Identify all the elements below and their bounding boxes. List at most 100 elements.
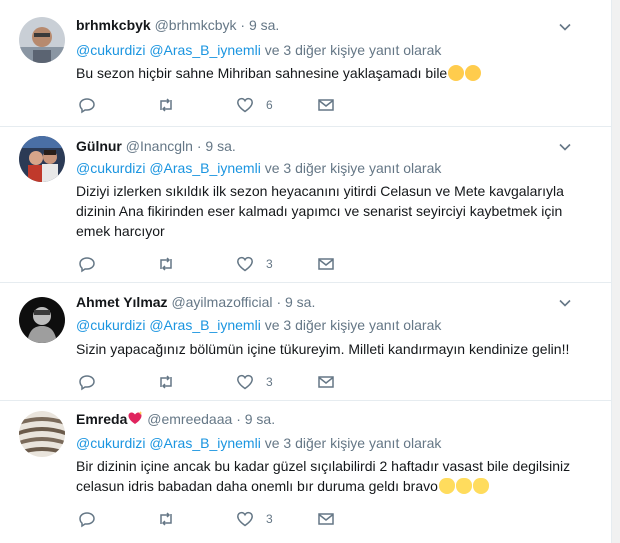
like-button[interactable]: 6: [236, 96, 273, 114]
user-name[interactable]: brhmkcbyk: [76, 17, 151, 33]
heart-icon: [237, 374, 253, 390]
dm-button[interactable]: [317, 255, 335, 273]
tweet-text-line: dizinin Ana fikirinden eser kalmadı yapı…: [76, 203, 563, 219]
dm-button[interactable]: [317, 510, 335, 528]
like-count: 3: [266, 257, 273, 271]
timestamp[interactable]: 9 sa.: [285, 294, 315, 310]
retweet-button[interactable]: [157, 373, 175, 391]
clapping-hands-icon: [455, 478, 472, 494]
tweet-text: Sizin yapacağınız bölümün içine tükureyi…: [76, 339, 576, 359]
clapping-hands-icon: [438, 478, 455, 494]
retweet-icon: [160, 257, 172, 271]
like-button[interactable]: 3: [236, 510, 273, 528]
tweet-text-line: emek harcıyor: [76, 223, 165, 239]
tweet[interactable]: Emreda @emreedaaa · 9 sa. @cukurdizi @Ar…: [0, 400, 612, 543]
envelope-icon: [318, 258, 334, 270]
reply-button[interactable]: [78, 96, 96, 114]
reply-icon: [79, 512, 95, 528]
tweet-header: Ahmet Yılmaz @ayilmazofficial · 9 sa.: [76, 293, 315, 311]
retweet-button[interactable]: [157, 510, 175, 528]
mention-link[interactable]: @cukurdizi: [76, 435, 145, 451]
mention-link[interactable]: @Aras_B_iynemli: [149, 42, 260, 58]
reply-context: @cukurdizi @Aras_B_iynemli ve 3 diğer ki…: [76, 434, 441, 452]
retweet-button[interactable]: [157, 96, 175, 114]
reply-button[interactable]: [78, 255, 96, 273]
like-button[interactable]: 3: [236, 373, 273, 391]
user-name[interactable]: Emreda: [76, 411, 127, 427]
mention-link[interactable]: @cukurdizi: [76, 42, 145, 58]
chevron-down-icon[interactable]: [558, 20, 572, 34]
avatar[interactable]: [19, 17, 65, 63]
clapping-hands-icon: [472, 478, 489, 494]
tweet-text: Diziyi izlerken sıkıldık ilk sezon heyac…: [76, 181, 576, 241]
mention-link[interactable]: @cukurdizi: [76, 317, 145, 333]
retweet-icon: [160, 375, 172, 389]
dm-button[interactable]: [317, 373, 335, 391]
tweet-text-body: Sizin yapacağınız bölümün içine tükureyi…: [76, 341, 570, 357]
user-handle[interactable]: @emreedaaa: [147, 411, 232, 427]
user-name[interactable]: Ahmet Yılmaz: [76, 294, 168, 310]
reply-button[interactable]: [78, 373, 96, 391]
chevron-down-icon[interactable]: [558, 140, 572, 154]
tweet[interactable]: Gülnur @Inancgln · 9 sa. @cukurdizi @Ara…: [0, 126, 612, 283]
reply-context: @cukurdizi @Aras_B_iynemli ve 3 diğer ki…: [76, 316, 441, 334]
heart-icon: [237, 256, 253, 272]
chevron-down-icon[interactable]: [558, 296, 572, 310]
tweet-actions: 6: [76, 96, 396, 114]
retweet-button[interactable]: [157, 255, 175, 273]
separator-dot: ·: [236, 411, 241, 427]
reply-context: @cukurdizi @Aras_B_iynemli ve 3 diğer ki…: [76, 159, 441, 177]
scrollbar[interactable]: [611, 0, 620, 543]
tweet-header: Gülnur @Inancgln · 9 sa.: [76, 137, 236, 155]
tweet-text-line: celasun idris babadan daha onemlı bır du…: [76, 478, 438, 494]
tweet-header: Emreda @emreedaaa · 9 sa.: [76, 410, 275, 428]
user-name[interactable]: Gülnur: [76, 138, 122, 154]
heart-icon: [237, 511, 253, 527]
like-button[interactable]: 3: [236, 255, 273, 273]
user-handle[interactable]: @brhmkcbyk: [155, 17, 237, 33]
mention-link[interactable]: @Aras_B_iynemli: [149, 317, 260, 333]
timestamp[interactable]: 9 sa.: [245, 411, 275, 427]
avatar[interactable]: [19, 297, 65, 343]
reply-icon: [79, 98, 95, 114]
timestamp[interactable]: 9 sa.: [205, 138, 235, 154]
avatar[interactable]: [19, 136, 65, 182]
retweet-icon: [160, 98, 172, 112]
tweet-text: Bu sezon hiçbir sahne Mihriban sahnesine…: [76, 63, 576, 83]
tweet-actions: 3: [76, 373, 396, 391]
tweet[interactable]: brhmkcbyk @brhmkcbyk · 9 sa. @cukurdizi …: [0, 0, 612, 127]
mention-link[interactable]: @Aras_B_iynemli: [149, 160, 260, 176]
mention-link[interactable]: @cukurdizi: [76, 160, 145, 176]
tweet-actions: 3: [76, 255, 396, 273]
separator-dot: ·: [240, 17, 246, 33]
sparkling-heart-icon: [128, 411, 143, 424]
tweet[interactable]: Ahmet Yılmaz @ayilmazofficial · 9 sa. @c…: [0, 282, 612, 401]
mention-link[interactable]: @Aras_B_iynemli: [149, 435, 260, 451]
like-count: 3: [266, 375, 273, 389]
reply-icon: [79, 375, 95, 391]
user-handle[interactable]: @Inancgln: [126, 138, 193, 154]
timestamp[interactable]: 9 sa.: [249, 17, 279, 33]
tweet-text-line: Bir dizinin içine ancak bu kadar güzel s…: [76, 458, 571, 474]
reply-suffix: ve 3 diğer kişiye yanıt olarak: [264, 317, 442, 333]
retweet-icon: [160, 512, 172, 526]
envelope-icon: [318, 99, 334, 111]
reply-icon: [79, 257, 95, 273]
tweet-text-body: Bu sezon hiçbir sahne Mihriban sahnesine…: [76, 65, 448, 81]
reply-suffix: ve 3 diğer kişiye yanıt olarak: [264, 435, 442, 451]
tweet-actions: 3: [76, 510, 396, 528]
thinking-face-icon: [465, 65, 482, 81]
tweet-feed: brhmkcbyk @brhmkcbyk · 9 sa. @cukurdizi …: [0, 0, 612, 543]
like-count: 6: [266, 98, 273, 112]
heart-icon: [237, 97, 253, 113]
reply-suffix: ve 3 diğer kişiye yanıt olarak: [264, 42, 442, 58]
avatar[interactable]: [19, 411, 65, 457]
envelope-icon: [318, 376, 334, 388]
tweet-text: Bir dizinin içine ancak bu kadar güzel s…: [76, 456, 586, 496]
reply-button[interactable]: [78, 510, 96, 528]
thinking-face-icon: [448, 65, 465, 81]
envelope-icon: [318, 513, 334, 525]
dm-button[interactable]: [317, 96, 335, 114]
user-handle[interactable]: @ayilmazofficial: [171, 294, 272, 310]
reply-suffix: ve 3 diğer kişiye yanıt olarak: [264, 160, 442, 176]
